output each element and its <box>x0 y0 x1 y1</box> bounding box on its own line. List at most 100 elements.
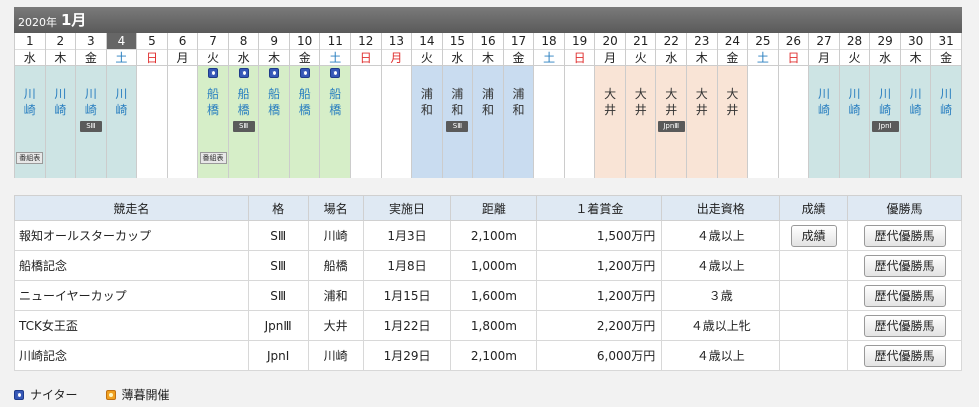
calendar-day[interactable]: 30 木川崎 <box>900 33 932 178</box>
day-venue-label[interactable]: 大井 <box>595 86 625 118</box>
calendar-day[interactable]: 27 月川崎 <box>809 33 840 178</box>
result-cell <box>779 310 849 341</box>
winners-cell: 歴代優勝馬 <box>847 310 962 341</box>
day-number: 26 <box>778 33 809 50</box>
prize-cell: 1,200万円 <box>536 280 663 311</box>
day-venue-label[interactable]: 川崎 <box>931 86 961 118</box>
past-winners-button[interactable]: 歴代優勝馬 <box>863 224 946 247</box>
calendar-day[interactable]: 21 火大井 <box>625 33 657 178</box>
eligibility-cell: ４歳以上牝 <box>661 310 781 341</box>
eligibility-cell: ３歳 <box>661 280 781 311</box>
day-body: 船橋 <box>289 66 320 178</box>
calendar-day[interactable]: 7 火船橋番組表 <box>198 33 229 178</box>
calendar-day[interactable]: 4土川崎 <box>106 33 138 178</box>
past-winners-button[interactable]: 歴代優勝馬 <box>863 254 946 277</box>
day-venue-label[interactable]: 浦和 <box>504 86 534 118</box>
day-venue-label[interactable]: 大井 <box>626 86 656 118</box>
day-body: 川崎 <box>839 66 870 178</box>
day-icon-row <box>443 68 473 82</box>
program-button[interactable]: 番組表 <box>16 152 44 164</box>
day-icon-row <box>504 68 534 82</box>
legend-night: ナイター <box>14 386 78 403</box>
calendar-day[interactable]: 28 火川崎 <box>839 33 871 178</box>
calendar-day[interactable]: 20 月大井 <box>595 33 626 178</box>
day-body: 川崎 SⅢ <box>76 66 106 178</box>
day-venue-label[interactable]: 川崎 <box>46 86 76 118</box>
calendar-day[interactable]: 2木川崎 <box>45 33 77 178</box>
day-venue-label[interactable]: 大井 <box>718 86 748 118</box>
calendar-day[interactable]: 9木船橋 <box>259 33 290 178</box>
column-header: 実施日 <box>362 195 452 221</box>
past-winners-button[interactable]: 歴代優勝馬 <box>863 344 946 367</box>
day-venue-label[interactable]: 大井 <box>687 86 717 118</box>
race-table: 競走名格場名 実施日 距離 １着賞金 出走資格 成績 優勝馬 報知オールスターカップ SⅢ 川崎… <box>14 195 962 371</box>
prize-cell: 2,200万円 <box>536 310 663 341</box>
grade-badge: JpnⅢ <box>657 121 685 132</box>
winners-cell: 歴代優勝馬 <box>847 250 962 281</box>
day-venue-label[interactable]: 浦和 <box>412 86 442 118</box>
calendar-day[interactable]: 17 金浦和 <box>503 33 535 178</box>
past-winners-button[interactable]: 歴代優勝馬 <box>863 284 946 307</box>
calendar-day[interactable]: 15 水浦和 SⅢ <box>442 33 474 178</box>
day-venue-label[interactable]: 川崎 <box>901 86 931 118</box>
day-venue-label[interactable]: 大井 <box>656 86 686 118</box>
calendar-grid: 1 水川崎番組表 2 木川崎 3 金川崎 SⅢ 4 土川崎 5 日 6 月 7 火船橋番組表 8 水船橋 SⅢ 9 木… <box>14 33 962 178</box>
day-venue-label[interactable]: 船橋 <box>290 86 320 118</box>
day-weekday: 水 <box>228 50 259 66</box>
day-venue-label[interactable]: 船橋 <box>320 86 350 118</box>
day-body: 大井 JpnⅢ <box>656 66 687 178</box>
eligibility-cell: ４歳以上 <box>661 220 781 251</box>
calendar-day[interactable]: 10 金船橋 <box>289 33 321 178</box>
calendar-day: 5日 <box>137 33 168 178</box>
calendar-day[interactable]: 3 金川崎 SⅢ <box>76 33 107 178</box>
day-number: 20 <box>595 33 625 50</box>
day-icon-row <box>473 68 503 82</box>
day-venue-label[interactable]: 船橋 <box>198 86 228 118</box>
calendar-day[interactable]: 14 火浦和 <box>412 33 443 178</box>
day-venue-label[interactable]: 川崎 <box>870 86 900 118</box>
winners-cell: 歴代優勝馬 <box>847 220 962 251</box>
legend-dusk-label: 薄暮開催 <box>121 388 170 402</box>
column-header: １着賞金 <box>536 195 663 221</box>
results-button[interactable]: 成績 <box>790 224 837 247</box>
winners-cell: 歴代優勝馬 <box>847 340 962 371</box>
calendar-day[interactable]: 24 金大井 <box>717 33 749 178</box>
day-venue-label[interactable]: 川崎 <box>15 86 45 118</box>
eligibility-cell: ４歳以上 <box>661 250 781 281</box>
day-venue-label[interactable]: 川崎 <box>840 86 870 118</box>
day-icon-row <box>107 68 137 82</box>
day-body: 浦和 SⅢ <box>442 66 473 178</box>
calendar-day[interactable]: 1 水川崎番組表 <box>15 33 46 178</box>
calendar-day[interactable]: 31 金川崎 <box>931 33 962 178</box>
day-venue-label[interactable]: 浦和 <box>443 86 473 118</box>
day-venue-label[interactable]: 船橋 <box>259 86 289 118</box>
calendar-day[interactable]: 29 水川崎 JpnⅠ <box>870 33 901 178</box>
day-venue-label[interactable]: 川崎 <box>76 86 106 118</box>
calendar-day[interactable]: 16 木浦和 <box>473 33 504 178</box>
grade-cell: JpnⅠ <box>247 340 309 371</box>
day-number: 27 <box>809 33 839 50</box>
day-icon-row <box>718 68 748 82</box>
day-venue-label[interactable]: 浦和 <box>473 86 503 118</box>
calendar-day[interactable]: 22 水大井 JpnⅢ <box>656 33 688 178</box>
day-weekday: 月 <box>381 50 412 66</box>
calendar-day: 19 日 <box>564 33 596 178</box>
past-winners-button[interactable]: 歴代優勝馬 <box>863 314 946 337</box>
venue-cell: 船橋 <box>307 250 364 281</box>
day-venue-label[interactable]: 船橋 <box>229 86 259 118</box>
day-weekday: 水 <box>656 50 687 66</box>
result-cell <box>779 280 849 311</box>
calendar-day[interactable]: 8 水船橋 SⅢ <box>228 33 260 178</box>
calendar-day[interactable]: 23 木大井 <box>687 33 718 178</box>
day-venue-label[interactable]: 川崎 <box>107 86 137 118</box>
day-body: 川崎 <box>809 66 839 178</box>
program-button[interactable]: 番組表 <box>199 152 227 164</box>
day-number: 28 <box>839 33 870 50</box>
day-body: 大井 <box>625 66 656 178</box>
calendar-day[interactable]: 11 土船橋 <box>320 33 352 178</box>
day-venue-label[interactable]: 川崎 <box>809 86 839 118</box>
date-cell: 1月8日 <box>362 250 452 281</box>
day-body <box>534 66 564 178</box>
day-number: 1 <box>15 33 45 50</box>
calendar-day: 26 日 <box>778 33 810 178</box>
